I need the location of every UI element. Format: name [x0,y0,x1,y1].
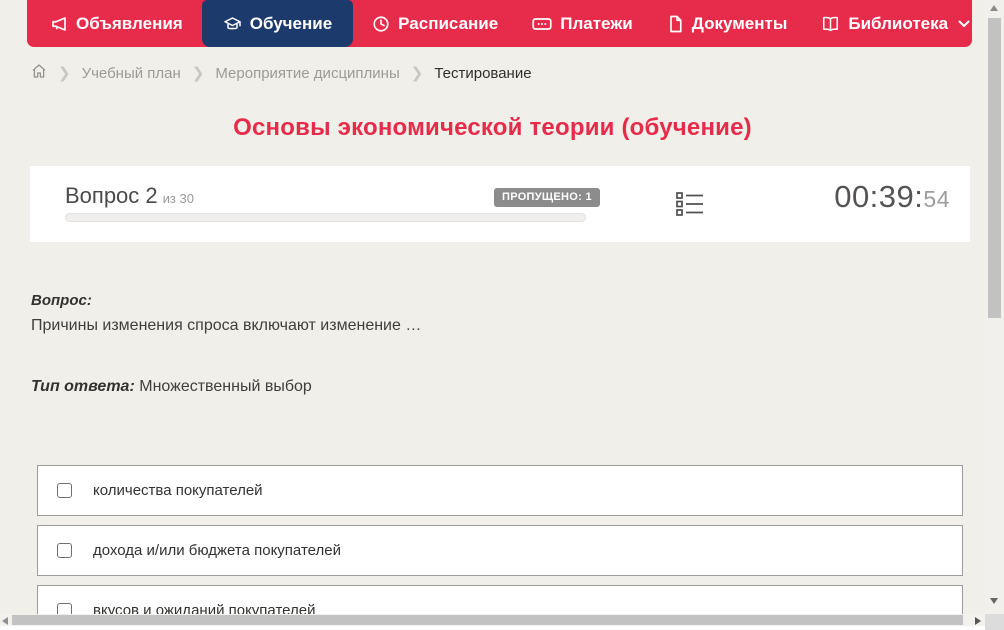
answer-type-value: Множественный выбор [139,378,312,395]
nav-label: Расписание [398,13,499,33]
question-list-icon[interactable] [674,190,706,220]
nav-label: Платежи [560,13,633,33]
answer-option-label: количества покупателей [93,482,263,499]
question-number: Вопрос 2 из 30 [65,183,194,208]
answer-option[interactable]: дохода и/или бюджета покупателей [37,525,963,576]
answer-type: Тип ответа: Множественный выбор [31,378,312,396]
home-icon[interactable] [31,63,47,83]
quiz-progress-bar [65,213,586,222]
scroll-left-icon[interactable] [2,617,8,625]
scroll-down-icon[interactable] [990,598,998,604]
vertical-scrollbar[interactable] [985,0,1004,614]
breadcrumb-testing: Тестирование [434,64,532,82]
nav-label: Обучение [249,13,333,33]
nav-item-announcements[interactable]: Объявления [35,0,198,47]
nav-label: Документы [691,13,788,33]
open-book-icon [821,15,840,33]
answer-option-label: дохода и/или бюджета покупателей [93,542,341,559]
nav-item-payments[interactable]: Платежи [517,0,648,47]
nav-item-schedule[interactable]: Расписание [357,0,513,47]
question-text: Причины изменения спроса включают измене… [31,317,422,334]
nav-item-education[interactable]: Обучение [201,0,354,47]
chevron-right-icon: ❯ [410,65,424,82]
chevron-down-icon [958,20,970,28]
breadcrumb: ❯ Учебный план ❯ Мероприятие дисциплины … [31,61,532,85]
document-icon [667,15,684,33]
banknote-icon [532,15,552,33]
timer: 00:39:54 [834,179,950,215]
quiz-header-card: Вопрос 2 из 30 ПРОПУЩЕНО: 1 00:39:54 [30,166,970,242]
vertical-scrollbar-thumb[interactable] [988,18,1001,318]
breadcrumb-study-plan[interactable]: Учебный план [82,65,181,82]
clock-icon [372,15,390,33]
nav-label: Объявления [76,13,183,33]
breadcrumb-discipline-event[interactable]: Мероприятие дисциплины [215,65,399,82]
answer-type-label: Тип ответа: [31,378,135,395]
page-title: Основы экономической теории (обучение) [233,114,752,141]
main-navbar: Объявления Обучение Расписание Платежи Д… [27,0,972,47]
horizontal-scrollbar[interactable] [0,614,985,626]
question-heading: Вопрос: [31,292,92,309]
nav-label: Библиотека [848,13,949,33]
checkbox[interactable] [57,483,72,498]
answer-option[interactable]: количества покупателей [37,465,963,516]
scrollbar-corner [985,614,1004,630]
scroll-up-icon[interactable] [990,5,998,11]
graduation-cap-icon [223,15,242,33]
timer-seconds: 54 [923,186,950,212]
nav-item-library[interactable]: Библиотека [806,0,985,47]
skipped-badge: ПРОПУЩЕНО: 1 [494,188,600,207]
horizontal-scrollbar-thumb[interactable] [12,615,963,625]
chevron-right-icon: ❯ [191,65,205,82]
question-total: из 30 [162,191,194,206]
scroll-right-icon[interactable] [975,617,981,625]
bottom-strip [0,626,985,630]
nav-item-documents[interactable]: Документы [652,0,803,47]
timer-main: 00:39: [834,179,924,214]
chevron-right-icon: ❯ [58,65,71,82]
megaphone-icon [50,15,68,33]
checkbox[interactable] [57,543,72,558]
